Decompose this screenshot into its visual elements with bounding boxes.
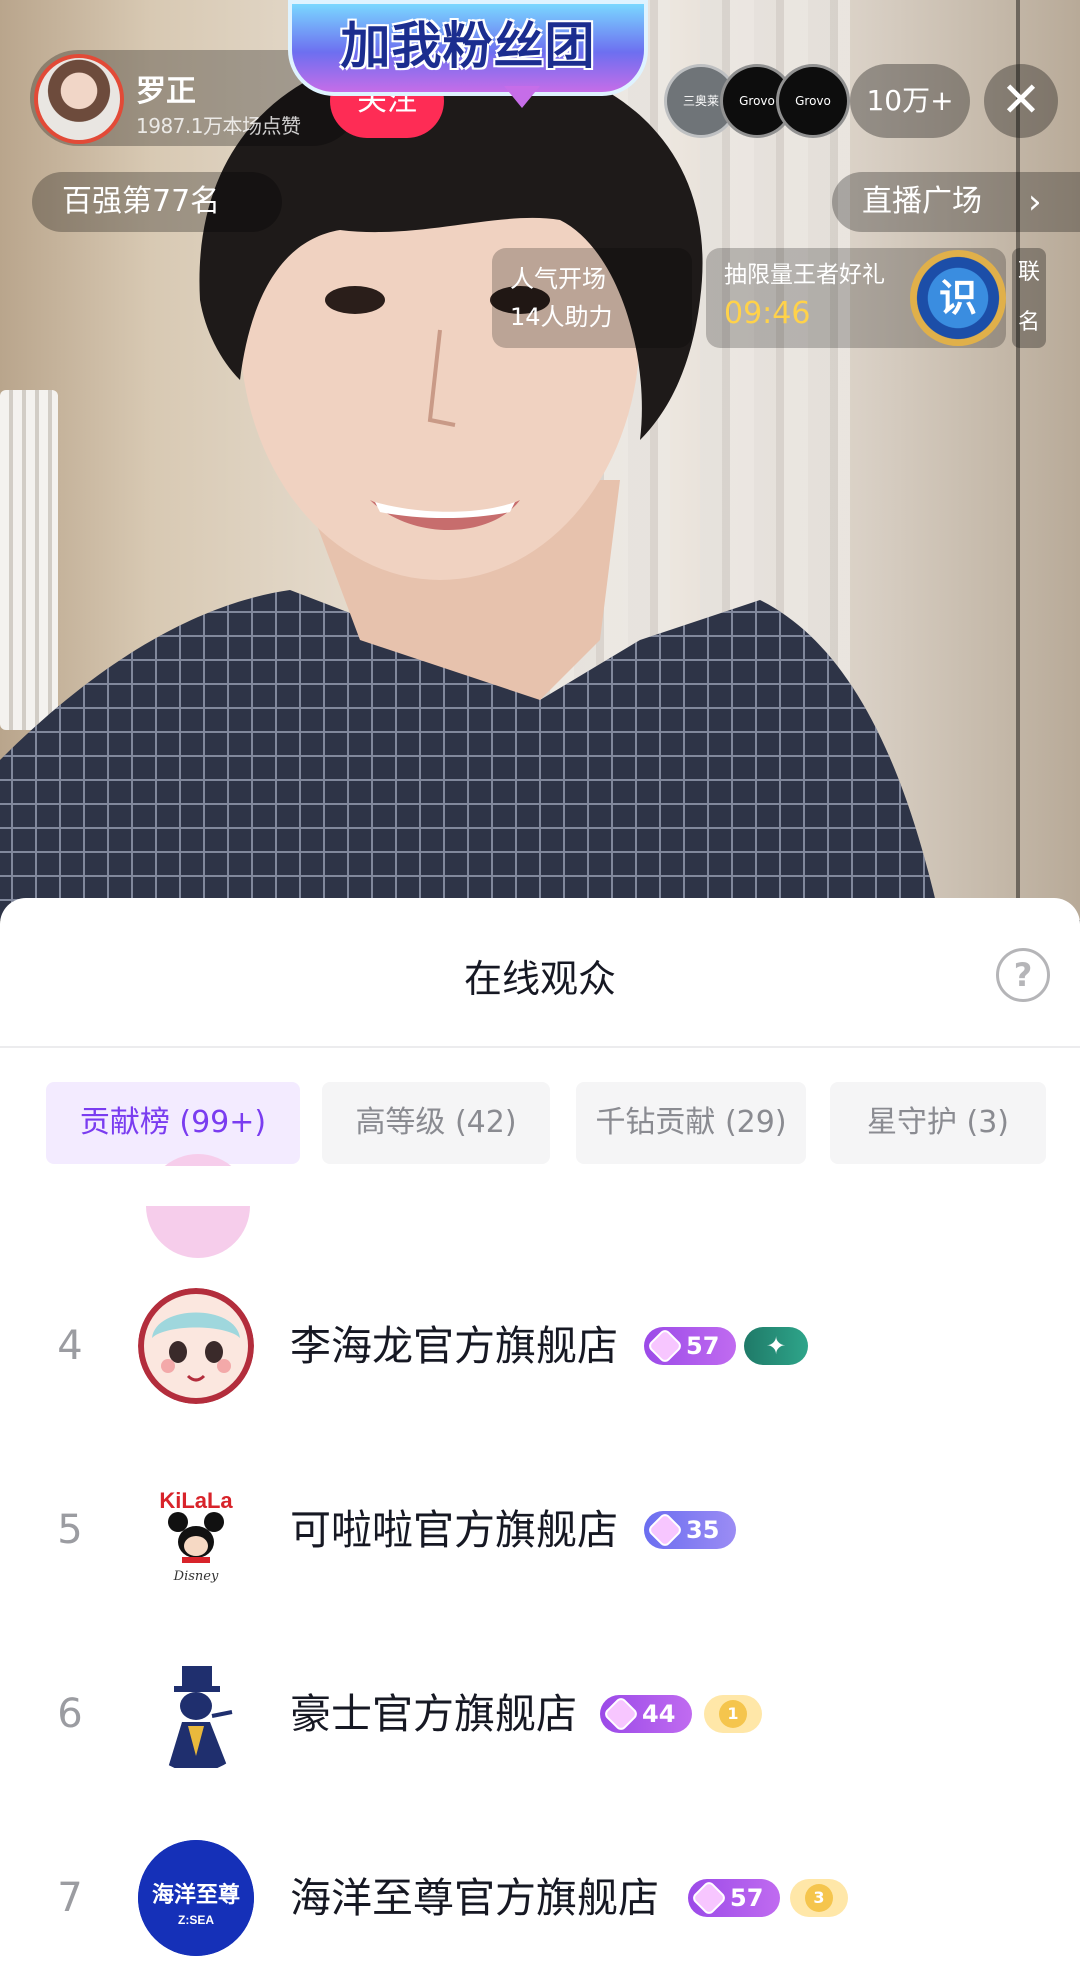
zsea-logo-icon: 海洋至尊 Z:SEA	[138, 1840, 254, 1956]
level-badge: 57	[644, 1327, 736, 1365]
popularity-widget[interactable]: 人气开场 14人助力	[492, 248, 692, 348]
popularity-helpers: 14人助力	[510, 303, 613, 331]
level-badge: 44	[600, 1695, 692, 1733]
divider	[0, 1046, 1080, 1048]
avatar[interactable]	[138, 1288, 254, 1404]
lottery-badge-icon[interactable]: 识	[910, 250, 1006, 346]
cartoon-avatar-icon	[138, 1288, 254, 1404]
host-likes: 1987.1万本场点赞	[136, 114, 301, 138]
audience-name: 李海龙官方旗舰店	[290, 1322, 618, 1370]
viewer-count[interactable]: 10万+	[850, 64, 970, 138]
fan-club-label: 加我粉丝团	[340, 17, 596, 75]
coin-icon: 1	[719, 1700, 747, 1728]
zsea-logo-top: 海洋至尊	[152, 1882, 240, 1908]
star-guard-icon: ✦	[744, 1327, 808, 1365]
kilala-logo-text: KiLaLa	[159, 1488, 233, 1513]
list-item[interactable]: 6 豪士官方旗舰店 44 1	[0, 1644, 1080, 1784]
co-brand-char: 名	[1017, 310, 1040, 335]
list-item[interactable]: 5 KiLaLa Disney 可啦啦官方旗舰店 35	[0, 1460, 1080, 1600]
level-badge: 35	[644, 1511, 736, 1549]
tab-star-guard[interactable]: 星守护 (3)	[830, 1082, 1046, 1164]
haoshi-logo-icon	[168, 1666, 233, 1768]
audience-name: 可啦啦官方旗舰店	[290, 1506, 618, 1554]
popularity-title: 人气开场	[510, 265, 606, 293]
level-number: 35	[686, 1516, 720, 1544]
gem-icon	[690, 1879, 728, 1917]
kilala-logo-icon: KiLaLa Disney	[159, 1488, 233, 1584]
co-brand-char: 联	[1017, 260, 1040, 285]
fan-club-banner[interactable]: 加我粉丝团	[288, 0, 648, 112]
audience-tabs: 贡献榜 (99+) 高等级 (42) 千钻贡献 (29) 星守护 (3)	[46, 1082, 1046, 1164]
top-viewer-avatar[interactable]: Grovo	[776, 64, 850, 138]
help-icon[interactable]: ?	[996, 948, 1050, 1002]
rank-number: 5	[57, 1507, 83, 1553]
close-icon[interactable]: ✕	[984, 64, 1058, 138]
fan-club-bubble-tail	[504, 86, 540, 108]
avatar[interactable]: KiLaLa Disney	[138, 1472, 254, 1588]
rank-number: 6	[57, 1691, 83, 1737]
avatar[interactable]	[138, 1656, 254, 1772]
audience-name: 海洋至尊官方旗舰店	[290, 1874, 659, 1922]
hourly-rank-pill[interactable]: 百强第77名	[32, 172, 282, 232]
audience-name: 豪士官方旗舰店	[290, 1690, 577, 1738]
zsea-logo-bottom: Z:SEA	[178, 1913, 214, 1927]
host-avatar[interactable]	[34, 54, 124, 144]
sheet-title: 在线观众	[463, 957, 616, 1001]
tab-contribution[interactable]: 贡献榜 (99+)	[46, 1082, 300, 1164]
gem-icon	[646, 1511, 684, 1549]
co-brand-tag[interactable]: 联 名	[1012, 248, 1046, 348]
level-number: 57	[686, 1332, 720, 1360]
live-plaza-label: 直播广场	[862, 184, 982, 219]
level-number: 44	[642, 1700, 676, 1728]
list-scroll-mask	[0, 1166, 1080, 1206]
avatar[interactable]: 海洋至尊 Z:SEA	[138, 1840, 254, 1956]
level-badge: 57	[688, 1879, 780, 1917]
coin-icon: 3	[805, 1884, 833, 1912]
gem-icon	[602, 1695, 640, 1733]
gem-icon	[646, 1327, 684, 1365]
live-plaza-button[interactable]: 直播广场 ›	[832, 172, 1080, 232]
chevron-right-icon: ›	[1028, 182, 1042, 222]
list-item[interactable]: 4 李海龙官方旗舰店 57 ✦	[0, 1276, 1080, 1416]
disney-logo-text: Disney	[173, 1569, 219, 1584]
list-item[interactable]: 7 海洋至尊 Z:SEA 海洋至尊官方旗舰店 57 3	[0, 1828, 1080, 1968]
rank-number: 4	[57, 1323, 83, 1369]
host-name: 罗正	[136, 74, 196, 109]
coin-badge: 3	[790, 1879, 848, 1917]
tab-diamond-contribution[interactable]: 千钻贡献 (29)	[576, 1082, 806, 1164]
tab-high-level[interactable]: 高等级 (42)	[322, 1082, 550, 1164]
online-audience-sheet: 在线观众 ? 贡献榜 (99+) 高等级 (42) 千钻贡献 (29) 星守护 …	[0, 898, 1080, 1974]
rank-number: 7	[57, 1875, 83, 1921]
coin-badge: 1	[704, 1695, 762, 1733]
level-number: 57	[730, 1884, 764, 1912]
